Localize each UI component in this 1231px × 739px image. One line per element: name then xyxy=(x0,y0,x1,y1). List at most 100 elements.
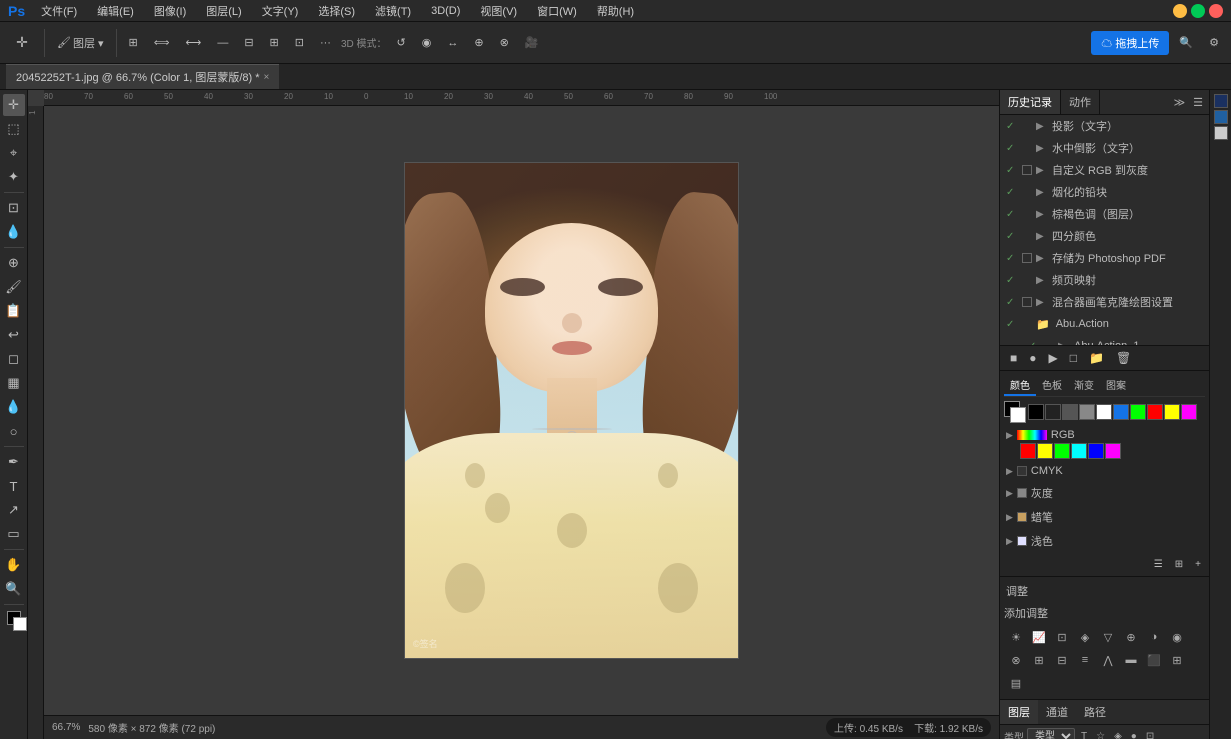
adj-posterize[interactable]: ≡ xyxy=(1075,650,1095,670)
adj-invert[interactable]: ⊟ xyxy=(1052,650,1072,670)
adj-solid-color[interactable]: ⬛ xyxy=(1144,650,1164,670)
stop-button[interactable]: ■ xyxy=(1006,349,1021,367)
history-item[interactable]: ✓ ▶ 自定义 RGB 到灰度 xyxy=(1000,159,1209,181)
actions-tab[interactable]: 动作 xyxy=(1061,90,1100,114)
color-list-view[interactable]: ☰ xyxy=(1150,557,1167,572)
new-folder-button[interactable]: 📁 xyxy=(1085,349,1108,367)
tool-gradient[interactable]: ▦ xyxy=(3,372,25,394)
move-tool[interactable]: ✛ xyxy=(6,29,38,57)
tool-eyedropper[interactable]: 💧 xyxy=(3,221,25,243)
gray-swatch[interactable] xyxy=(1062,404,1078,420)
adj-color-balance[interactable]: ⊕ xyxy=(1121,627,1141,647)
blue-swatch[interactable] xyxy=(1113,404,1129,420)
cmyk-group-header[interactable]: ▶ CMYK xyxy=(1004,463,1205,479)
fg-bg-colors[interactable] xyxy=(1004,401,1026,423)
history-subitem[interactable]: ✓ ▶ Abu.Action .1 xyxy=(1000,335,1209,345)
layer-type-select[interactable]: 类型 xyxy=(1027,728,1075,739)
menu-text[interactable]: 文字(Y) xyxy=(258,3,303,19)
foreground-color[interactable] xyxy=(3,609,25,631)
tool-history-brush[interactable]: ↩ xyxy=(3,324,25,346)
tool-3d-e[interactable]: ⊗ xyxy=(494,32,515,53)
color-grid-view[interactable]: ⊞ xyxy=(1171,557,1187,572)
menu-3d[interactable]: 3D(D) xyxy=(427,5,464,17)
menu-help[interactable]: 帮助(H) xyxy=(593,3,638,19)
adj-gradient-fill[interactable]: ▤ xyxy=(1006,673,1026,693)
panel-menu-icon[interactable]: ☰ xyxy=(1191,94,1205,111)
adj-color-lookup[interactable]: ⊞ xyxy=(1029,650,1049,670)
darkgray-swatch[interactable] xyxy=(1045,404,1061,420)
tool-ruler-h[interactable]: ⟺ xyxy=(148,32,176,53)
tool-stamp[interactable]: 📋 xyxy=(3,300,25,322)
tool-rectangle-select[interactable]: ⬚ xyxy=(3,118,25,140)
menu-image[interactable]: 图像(I) xyxy=(150,3,190,19)
tool-align-c[interactable]: ⊡ xyxy=(289,32,310,53)
adj-photo-filter[interactable]: ◉ xyxy=(1167,627,1187,647)
tool-move[interactable]: ✛ xyxy=(3,94,25,116)
menu-edit[interactable]: 编辑(E) xyxy=(93,3,138,19)
canvas-image[interactable]: ©签名 xyxy=(404,162,739,659)
panel-expand-icon[interactable]: ≫ xyxy=(1172,94,1188,111)
document-tab[interactable]: 20452252T-1.jpg @ 66.7% (Color 1, 图层蒙版/8… xyxy=(6,64,279,89)
rgb-blue[interactable] xyxy=(1088,443,1104,459)
tool-align-l[interactable]: ⊟ xyxy=(238,32,259,53)
tool-zoom[interactable]: 🔍 xyxy=(3,578,25,600)
color-add[interactable]: + xyxy=(1191,557,1205,572)
tool-3d-c[interactable]: ↔ xyxy=(441,33,464,53)
search-button[interactable]: 🔍 xyxy=(1173,32,1199,53)
tool-magic-wand[interactable]: ✦ xyxy=(3,166,25,188)
maximize-button[interactable] xyxy=(1191,4,1205,18)
paths-tab[interactable]: 路径 xyxy=(1076,700,1114,724)
history-item-folder[interactable]: ✓ 📁 Abu.Action xyxy=(1000,313,1209,335)
tool-3d-d[interactable]: ⊕ xyxy=(468,32,489,53)
sub-panel-swatch-3[interactable] xyxy=(1214,126,1228,140)
minimize-button[interactable] xyxy=(1173,4,1187,18)
rgb-yellow[interactable] xyxy=(1037,443,1053,459)
tool-shape[interactable]: ▭ xyxy=(3,523,25,545)
tool-pen[interactable]: ✒ xyxy=(3,451,25,473)
white-swatch[interactable] xyxy=(1096,404,1112,420)
new-action-button[interactable]: □ xyxy=(1066,349,1081,367)
rgb-group-header[interactable]: ▶ RGB xyxy=(1004,427,1205,443)
adj-threshold[interactable]: ⋀ xyxy=(1098,650,1118,670)
history-item[interactable]: ✓ ▶ 烟化的铅块 xyxy=(1000,181,1209,203)
layer-filter-smart[interactable]: ⊡ xyxy=(1143,730,1157,739)
history-item[interactable]: ✓ ▶ 棕褐色调（图层） xyxy=(1000,203,1209,225)
brush-tool-group[interactable]: 🖌 图层 ▾ xyxy=(51,31,110,55)
sub-panel-swatch-1[interactable] xyxy=(1214,94,1228,108)
menu-select[interactable]: 选择(S) xyxy=(314,3,359,19)
tool-crop[interactable]: ⊡ xyxy=(3,197,25,219)
adj-channel-mixer[interactable]: ⊗ xyxy=(1006,650,1026,670)
adj-hsl[interactable]: ▽ xyxy=(1098,627,1118,647)
tool-brush[interactable]: 🖌 xyxy=(3,276,25,298)
tool-hand[interactable]: ✋ xyxy=(3,554,25,576)
channels-tab[interactable]: 通道 xyxy=(1038,700,1076,724)
red-swatch[interactable] xyxy=(1147,404,1163,420)
play-button[interactable]: ▶ xyxy=(1045,349,1062,367)
light-group-header[interactable]: ▶ 浅色 xyxy=(1004,531,1205,551)
swatches-tab[interactable]: 色板 xyxy=(1036,375,1068,396)
menu-layer[interactable]: 图层(L) xyxy=(202,3,245,19)
settings-button[interactable]: ⚙ xyxy=(1203,32,1225,53)
adj-exposure[interactable]: ⊡ xyxy=(1052,627,1072,647)
tool-3d-rotate[interactable]: ↺ xyxy=(391,32,412,53)
adj-gradient-map[interactable]: ▬ xyxy=(1121,650,1141,670)
tool-dodge[interactable]: ○ xyxy=(3,420,25,442)
tool-align-r[interactable]: ⊞ xyxy=(264,32,285,53)
history-item[interactable]: ✓ ▶ 投影（文字） xyxy=(1000,115,1209,137)
tool-path-select[interactable]: ↗ xyxy=(3,499,25,521)
tool-text[interactable]: T xyxy=(3,475,25,497)
tool-3d-b[interactable]: ◉ xyxy=(416,32,438,53)
tool-ruler-v[interactable]: ⟷ xyxy=(180,32,208,53)
delete-action-button[interactable]: 🗑 xyxy=(1112,349,1135,367)
adj-brightness[interactable]: ☀ xyxy=(1006,627,1026,647)
rgb-red[interactable] xyxy=(1020,443,1036,459)
adj-vibrance[interactable]: ◈ xyxy=(1075,627,1095,647)
layer-filter-toggle[interactable]: T xyxy=(1078,730,1090,739)
gray-group-header[interactable]: ▶ 灰度 xyxy=(1004,483,1205,503)
adj-bw[interactable]: ◑ xyxy=(1144,627,1164,647)
menu-view[interactable]: 视图(V) xyxy=(476,3,521,19)
tool-blur[interactable]: 💧 xyxy=(3,396,25,418)
close-button[interactable] xyxy=(1209,4,1223,18)
midgray-swatch[interactable] xyxy=(1079,404,1095,420)
layer-filter-mode[interactable]: ◈ xyxy=(1111,730,1125,739)
